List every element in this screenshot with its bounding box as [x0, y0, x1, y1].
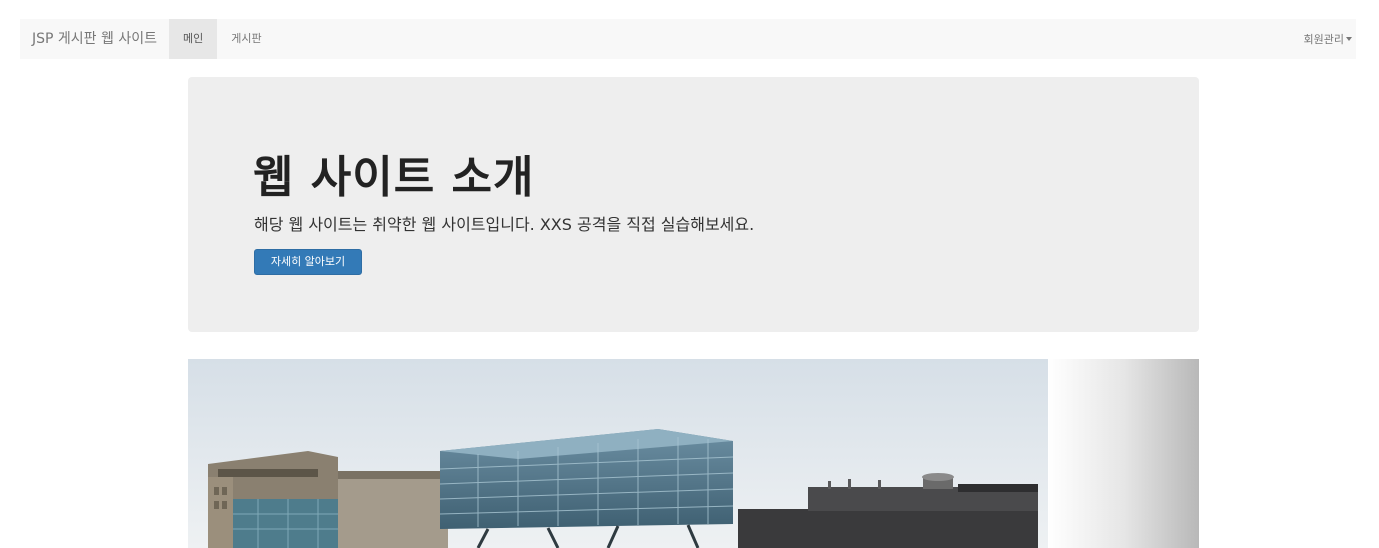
nav-item-board[interactable]: 게시판: [217, 19, 275, 59]
jumbotron: 웹 사이트 소개 해당 웹 사이트는 취약한 웹 사이트입니다. XXS 공격을…: [188, 77, 1199, 332]
member-menu-label: 회원관리: [1303, 33, 1344, 46]
jumbotron-text: 해당 웹 사이트는 취약한 웹 사이트입니다. XXS 공격을 직접 실습해보세…: [254, 215, 755, 234]
navbar: JSP 게시판 웹 사이트 메인 게시판 회원관리: [20, 19, 1356, 59]
navbar-brand[interactable]: JSP 게시판 웹 사이트: [20, 19, 169, 59]
jumbotron-title: 웹 사이트 소개: [253, 152, 535, 203]
caret-down-icon: [1346, 37, 1352, 41]
campus-building-photo: [188, 359, 1199, 548]
nav-item-main[interactable]: 메인: [168, 19, 218, 59]
member-menu-dropdown[interactable]: 회원관리: [1304, 31, 1356, 47]
carousel-image: [188, 359, 1199, 548]
learn-more-button[interactable]: 자세히 알아보기: [254, 249, 362, 275]
